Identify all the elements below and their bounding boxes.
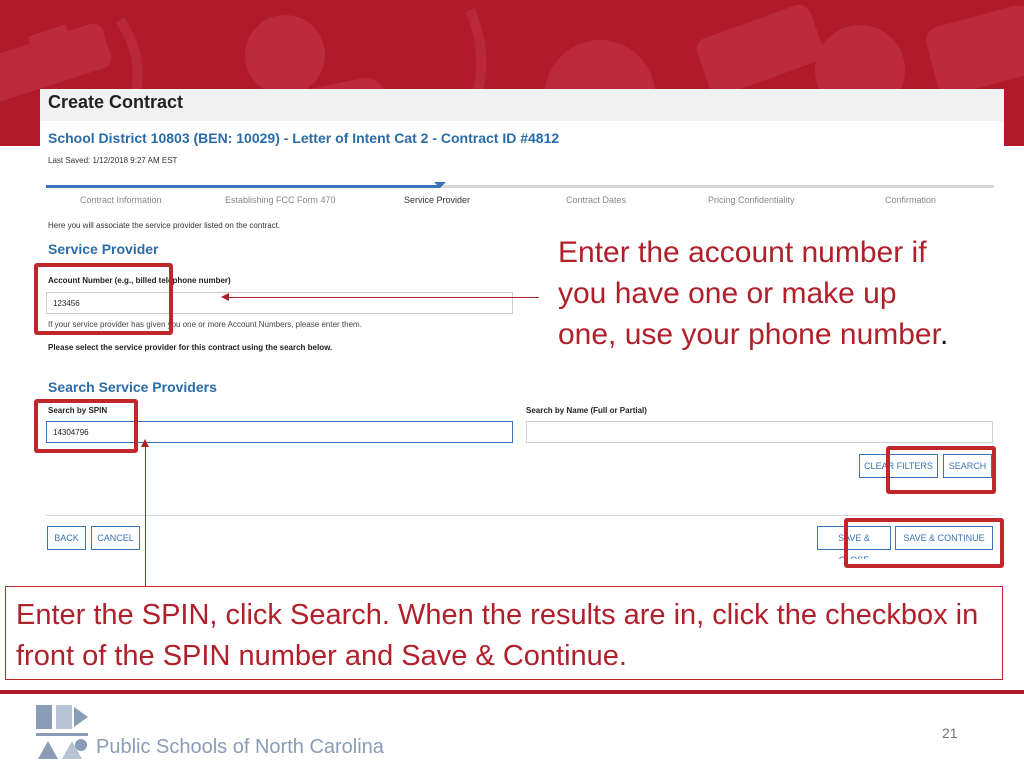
spin-arrow-line [145, 446, 146, 586]
search-highlight [886, 446, 996, 494]
name-search-input[interactable] [526, 421, 993, 443]
account-callout-text: Enter the account number if you have one… [558, 236, 940, 351]
intro-text: Here you will associate the service prov… [48, 221, 281, 230]
service-provider-heading: Service Provider [48, 241, 159, 257]
organization-name: Public Schools of North Carolina [96, 736, 384, 758]
instruction-note: Enter the SPIN, click Search. When the r… [5, 586, 1003, 680]
account-callout: Enter the account number if you have one… [558, 232, 958, 355]
footer-rule [0, 690, 1024, 694]
account-arrow-line [228, 297, 539, 298]
step-establishing-fcc-form-470[interactable]: Establishing FCC Form 470 [225, 195, 336, 205]
step-contract-dates[interactable]: Contract Dates [566, 195, 626, 205]
spin-highlight [34, 399, 138, 453]
form-divider [46, 515, 994, 516]
back-button[interactable]: BACK [47, 526, 86, 550]
name-search-label: Search by Name (Full or Partial) [526, 406, 647, 415]
last-saved: Last Saved: 1/12/2018 9:27 AM EST [48, 156, 178, 165]
select-provider-help: Please select the service provider for t… [48, 343, 333, 352]
save-continue-highlight [844, 518, 1004, 568]
account-callout-period: . [939, 318, 949, 351]
page-title: Create Contract [48, 92, 184, 112]
step-service-provider[interactable]: Service Provider [404, 195, 470, 205]
cancel-button[interactable]: CANCEL [91, 526, 140, 550]
screenshot-header [40, 89, 1004, 121]
account-number-highlight [34, 263, 173, 335]
active-step-caret-icon [434, 182, 446, 188]
arrow-left-icon [221, 293, 229, 301]
progress-stepper [46, 185, 994, 188]
page-number: 21 [942, 725, 958, 741]
dpi-logo-icon [36, 705, 88, 759]
contract-subtitle: School District 10803 (BEN: 10029) - Let… [48, 130, 560, 146]
arrow-up-icon [141, 439, 149, 447]
step-pricing-confidentiality[interactable]: Pricing Confidentiality [708, 195, 795, 205]
step-confirmation[interactable]: Confirmation [885, 195, 936, 205]
search-providers-heading: Search Service Providers [48, 379, 217, 395]
step-contract-information[interactable]: Contract Information [80, 195, 162, 205]
